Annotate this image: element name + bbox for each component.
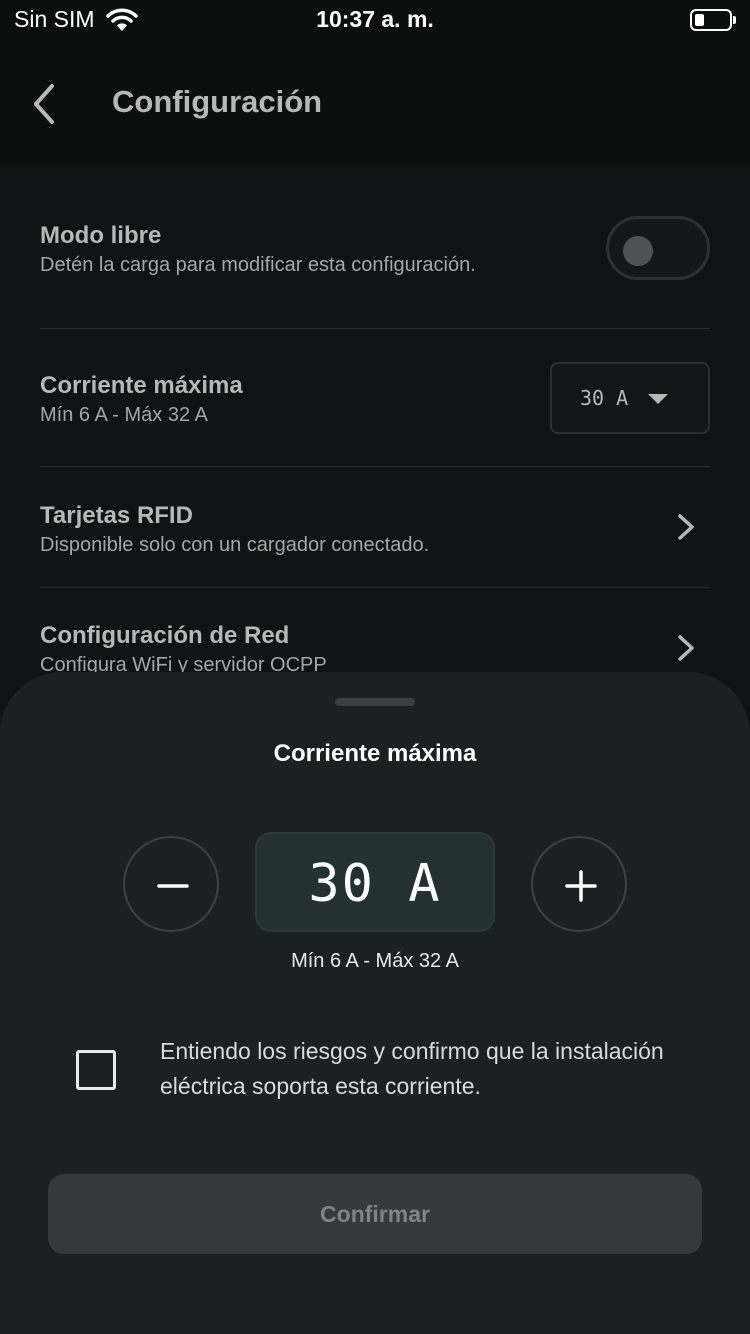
plus-icon [565, 870, 597, 902]
increase-button[interactable] [531, 836, 627, 932]
sheet-title: Corriente máxima [273, 740, 477, 767]
rfid-row[interactable]: Tarjetas RFID Disponible solo con un car… [40, 502, 710, 557]
app-header: Configuración [0, 40, 750, 166]
page-title: Configuración [112, 84, 323, 119]
current-range: Mín 6 A - Máx 32 A [291, 950, 459, 972]
clock-time: 10:37 a. m. [316, 6, 434, 32]
current-value-display: 30 A [255, 832, 495, 932]
back-button[interactable] [22, 78, 66, 130]
sheet-grabber[interactable] [335, 698, 415, 706]
current-value: 30 A [308, 854, 442, 914]
risk-confirm-checkbox[interactable] [76, 1050, 116, 1090]
chevron-right-icon[interactable] [674, 512, 698, 542]
status-bar: Sin SIM 10:37 a. m. [0, 0, 750, 40]
decrease-button[interactable] [123, 836, 219, 932]
rfid-title: Tarjetas RFID [40, 502, 193, 529]
rfid-subtitle: Disponible solo con un cargador conectad… [40, 534, 430, 556]
minus-icon [157, 884, 189, 888]
risk-confirm-label[interactable]: Entiendo los riesgos y confirmo que la i… [160, 1034, 700, 1104]
battery-icon [690, 9, 736, 31]
max-current-dropdown[interactable]: 30 A [550, 362, 710, 434]
free-mode-toggle[interactable] [606, 216, 710, 280]
confirm-button[interactable]: Confirmar [48, 1174, 702, 1254]
divider [40, 466, 710, 467]
max-current-sheet: Corriente máxima 30 A Mín 6 A - Máx 32 A… [0, 672, 750, 1334]
dropdown-value: 30 A [580, 386, 629, 410]
chevron-left-icon [34, 84, 54, 124]
toggle-knob [623, 236, 653, 266]
divider [40, 587, 710, 588]
confirm-button-label: Confirmar [320, 1201, 430, 1227]
divider [40, 328, 710, 329]
chevron-right-icon[interactable] [674, 633, 698, 663]
network-row[interactable]: Configuración de Red Configura WiFi y se… [40, 622, 710, 677]
network-title: Configuración de Red [40, 622, 290, 649]
caret-down-icon [648, 394, 668, 404]
